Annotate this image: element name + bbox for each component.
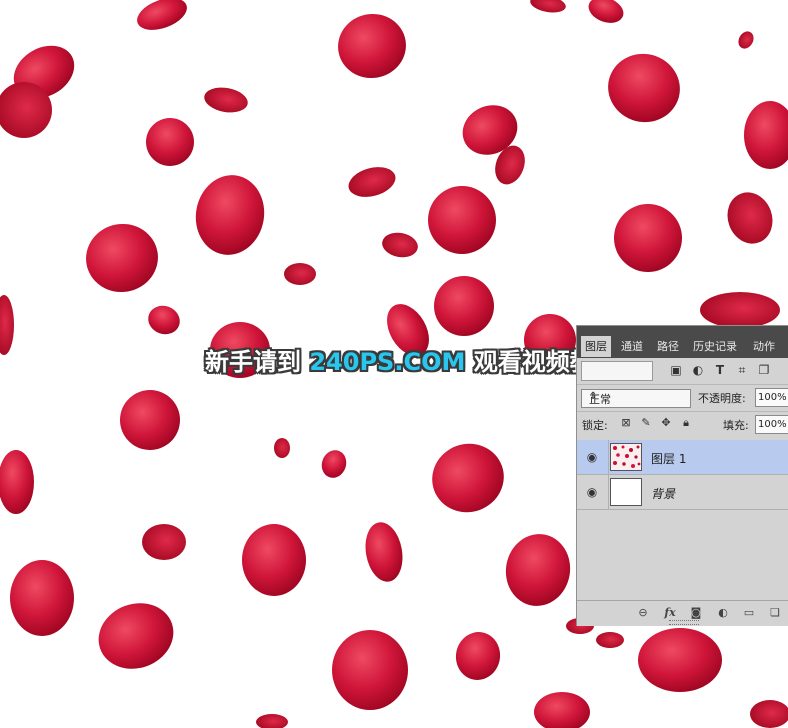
rose-petal <box>365 522 403 582</box>
rose-petal <box>332 630 408 710</box>
rose-petal <box>284 263 316 285</box>
rose-petal <box>505 534 571 606</box>
panel-tab-bar: 图层 通道 路径 历史记录 动作 <box>577 326 788 358</box>
tab-layers[interactable]: 图层 <box>581 336 611 357</box>
visibility-eye-icon[interactable]: ◉ <box>584 485 600 499</box>
rose-petal <box>530 0 566 13</box>
smart-object-filter-icon[interactable]: ❐ <box>757 363 771 377</box>
rose-petal <box>148 305 180 335</box>
rose-petal <box>120 390 180 450</box>
rose-petal <box>204 87 248 113</box>
layer-thumbnail <box>610 478 642 506</box>
rose-petal <box>321 450 347 478</box>
rose-petal <box>428 186 496 254</box>
rose-petal <box>242 524 306 596</box>
rose-petal <box>750 700 788 728</box>
layer-name: 图层 1 <box>651 452 687 466</box>
rose-petal <box>274 438 290 458</box>
rose-petal <box>98 603 174 669</box>
tab-actions[interactable]: 动作 <box>749 336 779 357</box>
rose-petal <box>534 692 590 728</box>
opacity-label: 不透明度: <box>698 392 746 405</box>
fill-label: 填充: <box>723 419 749 432</box>
adjustment-filter-icon[interactable]: ◐ <box>691 363 705 377</box>
rose-petal <box>727 192 773 244</box>
opacity-input[interactable]: 100% <box>755 388 788 407</box>
lock-paint-icon[interactable]: ✎ <box>639 416 653 430</box>
rose-petal <box>146 118 194 166</box>
watermark-site: 240PS.COM <box>309 348 466 376</box>
folder-icon[interactable]: ▭ <box>742 606 756 620</box>
rose-petal <box>382 232 418 258</box>
lock-label: 锁定: <box>582 419 608 432</box>
fx-icon[interactable]: fx <box>663 606 677 620</box>
lock-move-icon[interactable]: ✥ <box>659 416 673 430</box>
filter-kind-select[interactable] <box>581 361 653 381</box>
panel-footer: ⊖ fx ◙ ◐ ▭ ❏ <box>577 600 788 626</box>
rose-petal <box>700 292 780 328</box>
adjustment-icon[interactable]: ◐ <box>716 606 730 620</box>
rose-petal <box>348 167 396 197</box>
shape-filter-icon[interactable]: ⌗ <box>735 363 749 377</box>
lock-all-icon[interactable]: 🔒︎ <box>679 416 693 430</box>
rose-petal <box>137 0 187 30</box>
rose-petal <box>338 13 406 79</box>
link-icon[interactable]: ⊖ <box>636 606 650 620</box>
rose-petal <box>434 276 494 336</box>
tab-history[interactable]: 历史记录 <box>689 336 741 357</box>
visibility-eye-icon[interactable]: ◉ <box>584 450 600 464</box>
layer-row-background[interactable]: ◉ 背景 <box>577 475 788 510</box>
tab-paths[interactable]: 路径 <box>653 336 683 357</box>
divider <box>608 440 609 474</box>
rose-petal <box>638 628 722 692</box>
image-filter-icon[interactable]: ▣ <box>669 363 683 377</box>
blend-mode-select[interactable]: 正常 ⇕ <box>581 389 691 408</box>
watermark: 新手请到 240PS.COM 观看视频教程 <box>205 342 618 377</box>
rose-petal <box>0 450 34 514</box>
rose-petal <box>614 204 682 272</box>
rose-petal <box>10 560 74 636</box>
rose-petal <box>195 175 265 255</box>
rose-petal <box>744 101 788 169</box>
rose-petal <box>256 714 288 728</box>
chevron-updown-icon: ⇕ <box>589 391 598 402</box>
fill-input[interactable]: 100% <box>755 415 788 434</box>
blend-row: 正常 ⇕ 不透明度: 100% <box>577 384 788 411</box>
rose-petal <box>455 632 501 680</box>
layer-name: 背景 <box>651 487 676 501</box>
rose-petal <box>588 0 624 23</box>
resize-grip[interactable] <box>669 620 699 625</box>
watermark-prefix: 新手请到 <box>205 348 301 376</box>
rose-petal <box>0 295 14 355</box>
tab-channels[interactable]: 通道 <box>617 336 647 357</box>
mask-icon[interactable]: ◙ <box>689 606 703 620</box>
type-filter-icon[interactable]: T <box>713 363 727 377</box>
layer-thumbnail <box>610 443 642 471</box>
lock-transparent-icon[interactable]: ⊠ <box>619 416 633 430</box>
divider <box>608 475 609 509</box>
rose-petal <box>432 443 504 513</box>
new-layer-icon[interactable]: ❏ <box>768 606 782 620</box>
rose-petal <box>86 223 158 293</box>
rose-petal <box>596 632 624 648</box>
rose-petal <box>738 31 754 49</box>
rose-petal <box>142 524 186 560</box>
layer-row-1[interactable]: ◉ 图层 1 <box>577 440 788 475</box>
layers-panel: 图层 通道 路径 历史记录 动作 ▣ ◐ T ⌗ ❐ 正常 ⇕ 不透明度: 10… <box>576 325 788 626</box>
lock-row: 锁定: ⊠ ✎ ✥ 🔒︎ 填充: 100% <box>577 411 788 438</box>
rose-petal <box>608 53 680 123</box>
